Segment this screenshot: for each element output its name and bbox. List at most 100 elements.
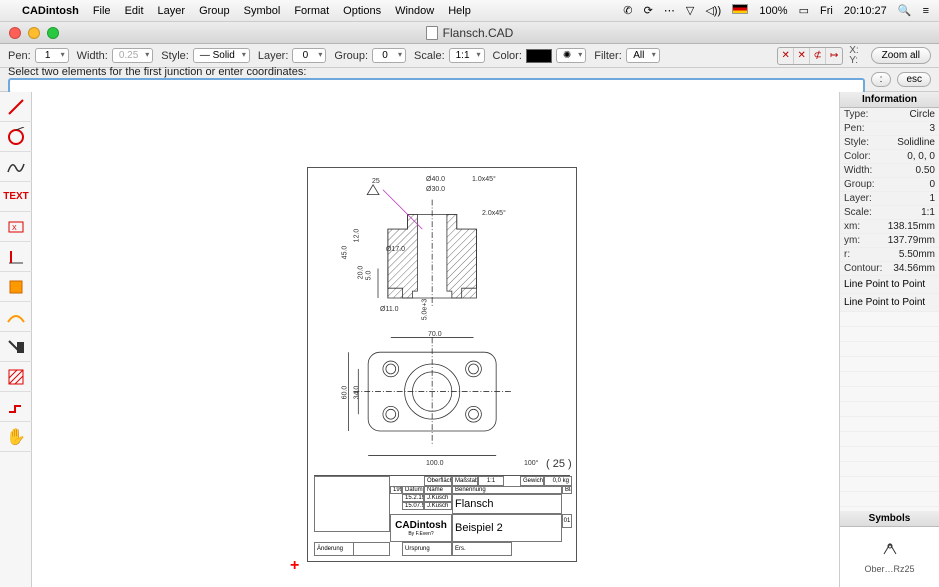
color-options[interactable]: ✺ bbox=[556, 48, 586, 63]
drawing-sheet: Ø40.0 Ø30.0 1.0x45° 2.0x45° Ø17.0 Ø11.0 … bbox=[307, 167, 577, 562]
info-header: Information bbox=[840, 92, 939, 108]
dim-d40: Ø40.0 bbox=[426, 176, 445, 183]
info-mode-2[interactable]: Line Point to Point bbox=[840, 294, 939, 312]
menu-layer[interactable]: Layer bbox=[158, 5, 186, 17]
window-title: Flansch.CAD bbox=[0, 26, 939, 40]
perpendicular-tool[interactable] bbox=[0, 242, 32, 272]
dots-icon[interactable]: ⋯ bbox=[664, 5, 675, 17]
symbol-preview[interactable]: Ober…Rz25 bbox=[840, 527, 939, 587]
symbols-header: Symbols bbox=[840, 511, 939, 527]
macos-menubar: CADintosh File Edit Layer Group Symbol F… bbox=[0, 0, 939, 22]
step-tool[interactable] bbox=[0, 392, 32, 422]
info-style-v: Solidline bbox=[897, 137, 935, 148]
tb-ers: Ers. bbox=[452, 542, 512, 556]
zoom-all-button[interactable]: Zoom all bbox=[871, 47, 931, 64]
layer-select[interactable]: 0 bbox=[292, 48, 326, 63]
tb-r1n: J.Kusch bbox=[424, 494, 452, 502]
notification-icon[interactable]: ≡ bbox=[923, 5, 929, 17]
sync-icon[interactable]: ⟳ bbox=[644, 5, 653, 17]
info-layer-v: 1 bbox=[929, 193, 935, 204]
text-tool[interactable]: TEXT bbox=[0, 182, 32, 212]
symbol-tool[interactable] bbox=[0, 272, 32, 302]
tb-oberflache: Oberfläche bbox=[424, 476, 452, 486]
tb-massstab: Maßstab bbox=[452, 476, 478, 486]
color-label: Color: bbox=[493, 50, 522, 62]
snap-3[interactable]: ⊄ bbox=[810, 48, 826, 64]
spotlight-icon[interactable]: 🔍 bbox=[898, 5, 912, 17]
curve-tool[interactable] bbox=[0, 152, 32, 182]
info-scale-k: Scale: bbox=[844, 207, 921, 218]
dim-h5e: 5.0e+3 bbox=[421, 299, 428, 321]
volume-icon[interactable]: ◁)) bbox=[705, 5, 721, 17]
info-r-k: r: bbox=[844, 249, 899, 260]
dimension-tool[interactable]: X bbox=[0, 212, 32, 242]
tb-blatt: Blatt bbox=[562, 486, 572, 494]
group-select[interactable]: 0 bbox=[372, 48, 406, 63]
info-mode-1[interactable]: Line Point to Point bbox=[840, 276, 939, 294]
filter-select[interactable]: All bbox=[626, 48, 660, 63]
esc-button[interactable]: esc bbox=[897, 72, 931, 87]
info-group-k: Group: bbox=[844, 179, 929, 190]
info-width-v: 0.50 bbox=[916, 165, 935, 176]
arc-tool[interactable] bbox=[0, 122, 32, 152]
battery-icon[interactable]: ▭ bbox=[799, 5, 809, 17]
snap-4[interactable]: ↦ bbox=[826, 48, 842, 64]
color-swatch[interactable] bbox=[526, 49, 552, 63]
menu-window[interactable]: Window bbox=[395, 5, 434, 17]
flag-icon[interactable] bbox=[732, 4, 748, 14]
drawing-canvas[interactable]: Ø40.0 Ø30.0 1.0x45° 2.0x45° Ø17.0 Ø11.0 … bbox=[32, 92, 839, 587]
snap-1[interactable]: ✕ bbox=[778, 48, 794, 64]
app-name[interactable]: CADintosh bbox=[22, 5, 79, 17]
info-color-k: Color: bbox=[844, 151, 907, 162]
line-tool[interactable] bbox=[0, 92, 32, 122]
menu-help[interactable]: Help bbox=[448, 5, 471, 17]
wifi-icon[interactable]: ▽ bbox=[686, 5, 694, 17]
info-layer-k: Layer: bbox=[844, 193, 929, 204]
hatch-tool[interactable] bbox=[0, 362, 32, 392]
width-select[interactable]: 0.25 bbox=[112, 48, 153, 63]
info-xm-k: xm: bbox=[844, 221, 888, 232]
dim-d17: Ø17.0 bbox=[386, 246, 405, 253]
coordinate-readout: X:Y: bbox=[849, 46, 858, 66]
title-block: Oberfläche Maßstab 1:1 Gewicht 0,0 kg 19… bbox=[314, 475, 570, 555]
tb-datum: Datum bbox=[402, 486, 424, 494]
info-pen-v: 3 bbox=[929, 123, 935, 134]
info-type-v: Circle bbox=[909, 109, 935, 120]
dim-d11: Ø11.0 bbox=[380, 306, 399, 313]
menu-group[interactable]: Group bbox=[199, 5, 230, 17]
menu-format[interactable]: Format bbox=[294, 5, 329, 17]
phone-icon[interactable]: ✆ bbox=[623, 5, 632, 17]
tool-palette: TEXT X ✋ bbox=[0, 92, 32, 587]
tb-anderung: Änderung bbox=[314, 542, 354, 556]
dim-h5: 5.0 bbox=[365, 271, 372, 281]
layer-label: Layer: bbox=[258, 50, 289, 62]
menu-file[interactable]: File bbox=[93, 5, 111, 17]
tb-sheet: 01 bbox=[562, 514, 572, 528]
tb-r2d: 15.07.93 bbox=[402, 502, 424, 510]
trim-tool[interactable] bbox=[0, 332, 32, 362]
document-icon bbox=[426, 26, 438, 40]
scale-select[interactable]: 1:1 bbox=[449, 48, 485, 63]
info-color-v: 0, 0, 0 bbox=[907, 151, 935, 162]
clock-day[interactable]: Fri bbox=[820, 5, 833, 17]
menu-symbol[interactable]: Symbol bbox=[244, 5, 281, 17]
pan-tool[interactable]: ✋ bbox=[0, 422, 32, 452]
prompt-text: Select two elements for the first juncti… bbox=[8, 66, 865, 78]
battery-text[interactable]: 100% bbox=[759, 5, 787, 17]
tb-partname: Flansch bbox=[452, 494, 562, 514]
dim-cham2: 2.0x45° bbox=[482, 210, 506, 217]
clock-time[interactable]: 20:10:27 bbox=[844, 5, 887, 17]
pen-select[interactable]: 1 bbox=[35, 48, 69, 63]
dim-h20: 20.0 bbox=[357, 266, 364, 280]
measure-tool[interactable] bbox=[0, 302, 32, 332]
menu-options[interactable]: Options bbox=[343, 5, 381, 17]
snap-2[interactable]: ✕ bbox=[794, 48, 810, 64]
tb-namehdr: Name bbox=[424, 486, 452, 494]
info-style-k: Style: bbox=[844, 137, 897, 148]
style-select[interactable]: — Solid bbox=[193, 48, 250, 63]
colon-button[interactable]: : bbox=[871, 72, 892, 87]
dim-tolbracket: ( 25 ) bbox=[546, 458, 572, 470]
dim-d30: Ø30.0 bbox=[426, 186, 445, 193]
menu-edit[interactable]: Edit bbox=[125, 5, 144, 17]
tb-r1d: 15.2.1950 bbox=[402, 494, 424, 502]
